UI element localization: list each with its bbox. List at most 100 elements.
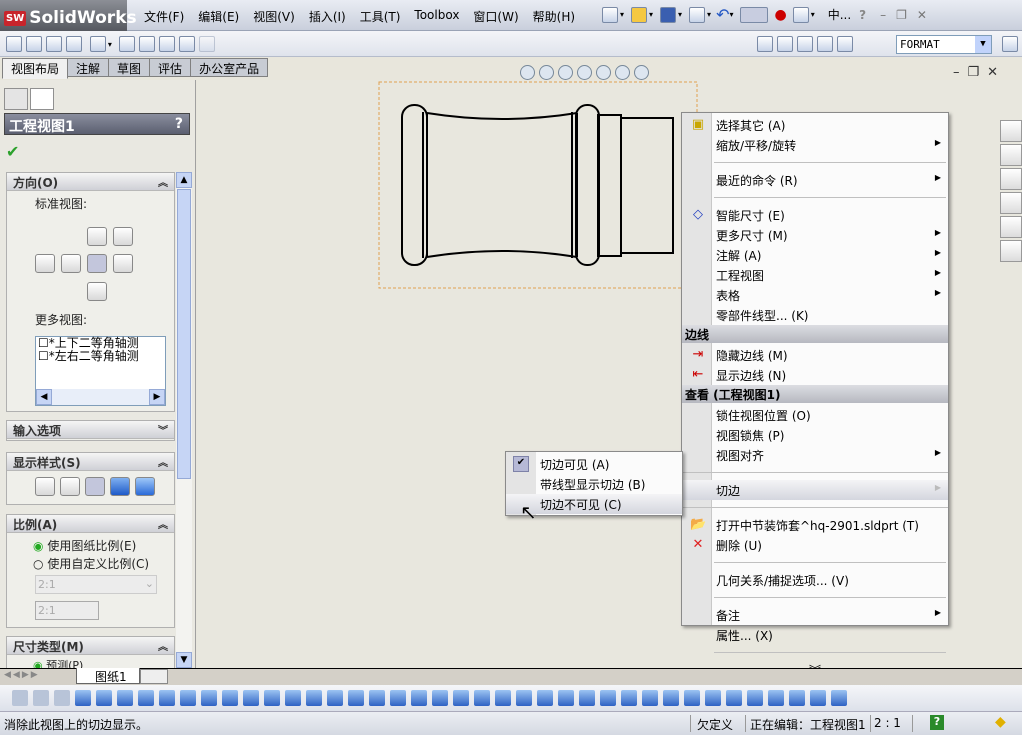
- filter-icon[interactable]: [348, 690, 364, 706]
- hidden-lines-visible-button[interactable]: [60, 477, 80, 496]
- sheet-nav-arrows[interactable]: ◀◀▶▶: [4, 670, 40, 680]
- filter-icon[interactable]: [390, 690, 406, 706]
- filter-icon[interactable]: [432, 690, 448, 706]
- filter-icon[interactable]: [537, 690, 553, 706]
- dimension-type-header[interactable]: 尺寸类型(M) ︽: [7, 637, 174, 655]
- document-window-controls[interactable]: –❐✕: [953, 65, 1006, 80]
- menu-1[interactable]: 编辑(E): [191, 8, 246, 25]
- menu-item[interactable]: 属性... (X): [682, 625, 948, 645]
- submenu-item[interactable]: 带线型显示切边 (B): [506, 474, 682, 494]
- filter-icon[interactable]: [96, 690, 112, 706]
- line-style-icon[interactable]: [817, 36, 833, 52]
- previous-view-icon[interactable]: [558, 65, 573, 80]
- scroll-down-icon[interactable]: ▼: [176, 652, 192, 668]
- aux-view-icon[interactable]: [46, 36, 62, 52]
- collapse-icon[interactable]: ︽: [158, 638, 168, 653]
- tag-icon[interactable]: ◆: [995, 714, 1006, 730]
- filter-icon[interactable]: [306, 690, 322, 706]
- filter-icon[interactable]: [705, 690, 721, 706]
- filter-icon[interactable]: [642, 690, 658, 706]
- projected-view-icon[interactable]: [26, 36, 42, 52]
- filter-icon[interactable]: [201, 690, 217, 706]
- list-item[interactable]: ☐*左右二等角轴测: [36, 350, 165, 363]
- menu-item[interactable]: 📂 打开中节装饰套^hq-2901.sldprt (T): [682, 515, 948, 535]
- home-icon[interactable]: [1000, 120, 1022, 142]
- print-icon[interactable]: [689, 6, 706, 23]
- filter-icon[interactable]: [474, 690, 490, 706]
- menu-item[interactable]: 视图锁焦 (P): [682, 425, 948, 445]
- menu-item[interactable]: 视图对齐 ▶: [682, 445, 948, 465]
- display-style-header[interactable]: 显示样式(S) ︽: [7, 453, 174, 471]
- menu-item[interactable]: ◇ 智能尺寸 (E): [682, 205, 948, 225]
- menu-item[interactable]: 更多尺寸 (M) ▶: [682, 225, 948, 245]
- panel-scrollbar[interactable]: ▲ ▼: [176, 172, 192, 668]
- filter-icon[interactable]: [33, 690, 49, 706]
- minimize-icon[interactable]: –: [880, 8, 886, 22]
- property-manager-tab[interactable]: [30, 88, 54, 110]
- open-icon[interactable]: [631, 6, 648, 23]
- scale-input[interactable]: 2:1: [35, 601, 99, 620]
- close-icon[interactable]: ✕: [917, 8, 927, 22]
- current-view-button[interactable]: [87, 254, 107, 273]
- horizontal-scrollbar[interactable]: ◀ ▶: [36, 389, 165, 405]
- menu-2[interactable]: 视图(V): [246, 8, 302, 25]
- use-custom-scale-radio[interactable]: ○ 使用自定义比例(C): [33, 555, 149, 572]
- menu-0[interactable]: 文件(F): [137, 8, 191, 25]
- filter-icon[interactable]: [180, 690, 196, 706]
- section-view-icon[interactable]: [66, 36, 82, 52]
- undo-icon[interactable]: ↶: [716, 5, 729, 24]
- filter-icon[interactable]: [75, 690, 91, 706]
- color-display-icon[interactable]: [837, 36, 853, 52]
- filter-icon[interactable]: [768, 690, 784, 706]
- quick-tips-button[interactable]: ?: [930, 715, 944, 730]
- submenu-item[interactable]: ✔ 切边可见 (A): [506, 454, 682, 474]
- filter-icon[interactable]: [831, 690, 847, 706]
- shaded-button[interactable]: [135, 477, 155, 496]
- custom-properties-icon[interactable]: [1000, 240, 1022, 262]
- filter-icon[interactable]: [54, 690, 70, 706]
- line-color-icon[interactable]: [777, 36, 793, 52]
- shaded-edges-button[interactable]: [110, 477, 130, 496]
- menu-item[interactable]: ⇥ 隐藏边线 (M): [682, 345, 948, 365]
- menu-item[interactable]: 备注 ▶: [682, 605, 948, 625]
- hide-show-icon[interactable]: [634, 65, 649, 80]
- menu-5[interactable]: Toolbox: [407, 8, 466, 25]
- bottom-view-button[interactable]: [87, 282, 107, 301]
- scroll-thumb[interactable]: [177, 189, 191, 479]
- menu-item[interactable]: ✕ 删除 (U): [682, 535, 948, 555]
- import-options-header[interactable]: 输入选项 ︾: [7, 421, 174, 439]
- expand-icon[interactable]: ︾: [158, 422, 168, 437]
- filter-icon[interactable]: [117, 690, 133, 706]
- left-view-button[interactable]: [35, 254, 55, 273]
- alternate-view-icon[interactable]: [198, 36, 215, 52]
- menu-7[interactable]: 帮助(H): [526, 8, 582, 25]
- hidden-lines-removed-button[interactable]: [85, 477, 105, 496]
- filter-icon[interactable]: [726, 690, 742, 706]
- filter-icon[interactable]: [621, 690, 637, 706]
- restore-icon[interactable]: ❐: [896, 8, 907, 22]
- filter-icon[interactable]: [12, 690, 28, 706]
- rebuild-icon[interactable]: ●: [774, 7, 786, 23]
- wireframe-button[interactable]: [35, 477, 55, 496]
- menu-item[interactable]: ⇤ 显示边线 (N): [682, 365, 948, 385]
- break-view-icon[interactable]: [158, 36, 175, 52]
- filter-icon[interactable]: [495, 690, 511, 706]
- menu-item[interactable]: 最近的命令 (R) ▶: [682, 170, 948, 190]
- menu-4[interactable]: 工具(T): [353, 8, 408, 25]
- menu-item[interactable]: 切边 ▶: [682, 480, 948, 500]
- menu-item[interactable]: 零部件线型... (K): [682, 305, 948, 325]
- filter-icon[interactable]: [579, 690, 595, 706]
- filter-icon[interactable]: [222, 690, 238, 706]
- orientation-header[interactable]: 方向(O) ︽: [7, 173, 174, 191]
- filter-icon[interactable]: [159, 690, 175, 706]
- broken-out-icon[interactable]: [178, 36, 195, 52]
- menu-item[interactable]: 几何关系/捕捉选项... (V): [682, 570, 948, 590]
- collapse-icon[interactable]: ︽: [158, 516, 168, 531]
- view-palette-icon[interactable]: [1000, 192, 1022, 214]
- menu-item[interactable]: 缩放/平移/旋转 ▶: [682, 135, 948, 155]
- menu-item[interactable]: 工程视图 ▶: [682, 265, 948, 285]
- layer-combo[interactable]: FORMAT ▼: [896, 35, 992, 54]
- rotate-icon[interactable]: [577, 65, 592, 80]
- filter-icon[interactable]: [516, 690, 532, 706]
- collapse-icon[interactable]: ︽: [158, 174, 168, 189]
